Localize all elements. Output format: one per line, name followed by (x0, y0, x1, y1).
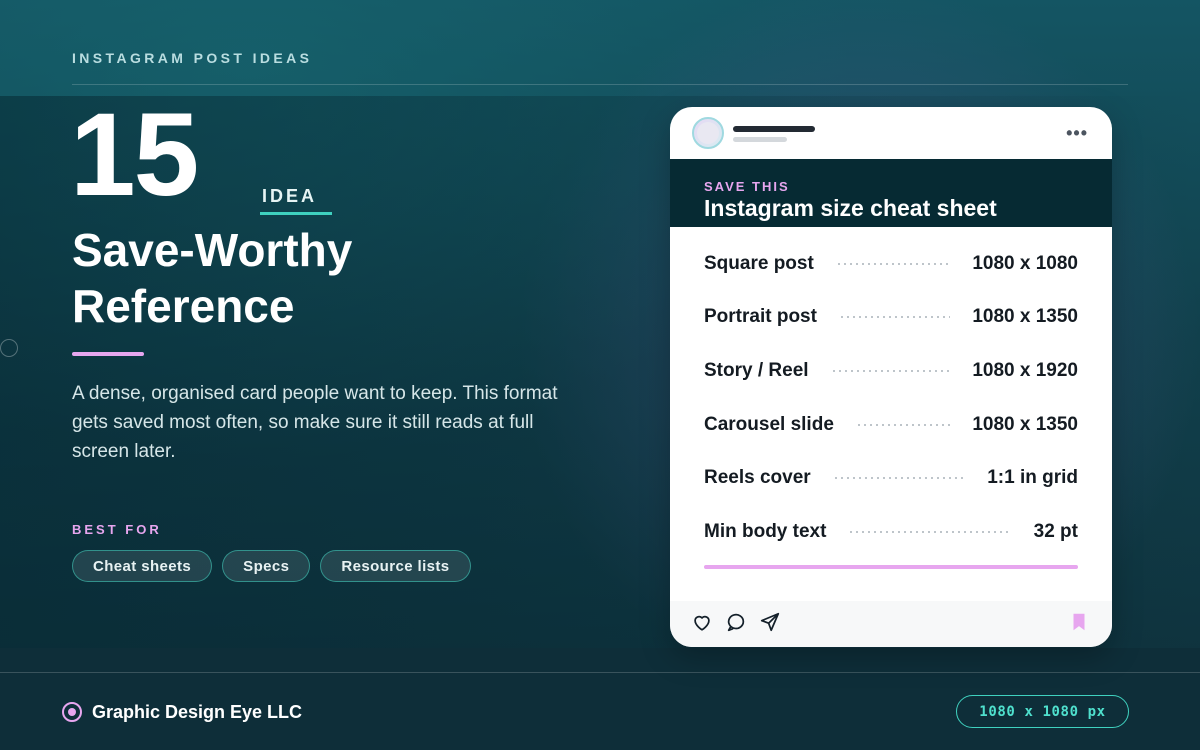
cheat-sheet-list: Square post 1080 x 1080 Portrait post 10… (704, 237, 1078, 559)
row-value: 1080 x 1350 (972, 306, 1078, 328)
row-label: Story / Reel (704, 359, 809, 381)
row-label: Reels cover (704, 467, 811, 489)
send-icon[interactable] (759, 611, 781, 633)
username-placeholder (733, 126, 815, 132)
best-for-chips: Cheat sheets Specs Resource lists (72, 550, 471, 582)
row-value: 1:1 in grid (987, 467, 1078, 489)
heart-icon[interactable] (691, 611, 713, 633)
dot-leader (838, 316, 951, 319)
chip-cheat-sheets: Cheat sheets (72, 550, 213, 582)
row-value: 32 pt (1033, 520, 1078, 542)
description: A dense, organised card people want to k… (72, 383, 558, 462)
row-label: Square post (704, 252, 814, 274)
more-icon[interactable]: ••• (1066, 123, 1088, 144)
list-item: Portrait post 1080 x 1350 (704, 291, 1078, 345)
footer-divider (0, 672, 1200, 673)
card-eyebrow: SAVE THIS (704, 179, 790, 194)
list-item: Square post 1080 x 1080 (704, 237, 1078, 291)
post-card-top: ••• (670, 107, 1112, 159)
idea-tag-underline (260, 212, 332, 215)
header-divider (72, 84, 1128, 85)
row-label: Portrait post (704, 306, 817, 328)
dot-leader (832, 477, 966, 480)
dot-leader (830, 369, 951, 372)
card-accent-bar (704, 565, 1078, 569)
section-eyebrow: INSTAGRAM POST IDEAS (72, 50, 313, 66)
list-item: Min body text 32 pt (704, 505, 1078, 559)
post-actions (670, 601, 1112, 647)
card-header: SAVE THIS Instagram size cheat sheet (670, 159, 1112, 227)
list-item: Story / Reel 1080 x 1920 (704, 344, 1078, 398)
row-label: Carousel slide (704, 413, 834, 435)
card-title: Instagram size cheat sheet (704, 195, 997, 221)
avatar[interactable] (692, 117, 724, 149)
list-item: Carousel slide 1080 x 1350 (704, 398, 1078, 452)
row-value: 1080 x 1920 (972, 359, 1078, 381)
row-value: 1080 x 1080 (972, 252, 1078, 274)
chip-specs: Specs (222, 550, 311, 582)
brand-name: Graphic Design Eye LLC (92, 702, 303, 722)
post-card: ••• SAVE THIS Instagram size cheat sheet… (670, 107, 1112, 647)
dot-leader (835, 262, 951, 265)
headline-accent-bar (72, 352, 144, 356)
headline: Save-Worthy Reference (72, 224, 353, 332)
chip-resource-lists: Resource lists (320, 550, 471, 582)
comment-icon[interactable] (725, 611, 747, 633)
row-label: Min body text (704, 520, 827, 542)
best-for-label: BEST FOR (72, 522, 162, 537)
dot-leader (855, 423, 951, 426)
subtitle-placeholder (733, 137, 787, 142)
idea-tag: IDEA (262, 186, 318, 206)
edge-circle-decoration (0, 339, 18, 357)
dot-leader (848, 530, 1012, 533)
list-item: Reels cover 1:1 in grid (704, 451, 1078, 505)
brand-logo-icon (62, 702, 82, 722)
size-badge: 1080 x 1080 px (956, 695, 1129, 728)
bookmark-icon[interactable] (1068, 611, 1090, 633)
idea-number: 15 (70, 89, 199, 221)
row-value: 1080 x 1350 (972, 413, 1078, 435)
